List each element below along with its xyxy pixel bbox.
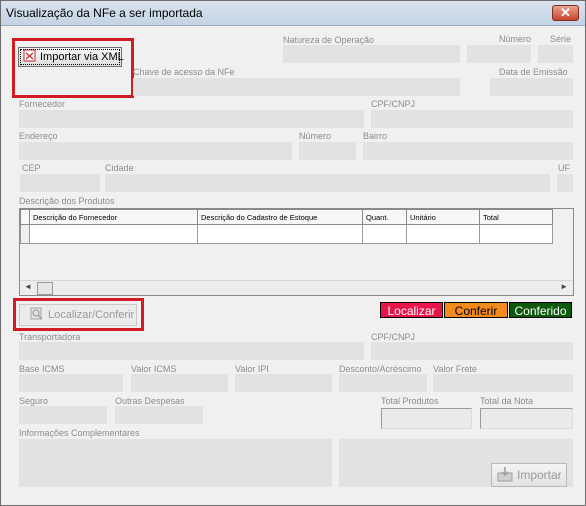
title-bar[interactable]: Visualização da NFe a ser importada ✕	[1, 1, 585, 26]
fornecedor-label: Fornecedor	[19, 99, 66, 109]
base-icms-field[interactable]	[19, 374, 123, 392]
status-tag-localizar: Localizar	[380, 302, 443, 318]
descricao-produtos-label: Descrição dos Produtos	[19, 196, 115, 206]
serie-field[interactable]	[538, 45, 573, 63]
importar-button[interactable]: Importar	[491, 463, 567, 487]
info-complementares-label: Informações Complementares	[19, 428, 140, 438]
produtos-table: Descrição do Fornecedor Descrição do Cad…	[20, 209, 553, 244]
transportadora-field[interactable]	[19, 342, 364, 360]
seguro-field[interactable]	[19, 406, 107, 424]
localizar-conferir-label: Localizar/Conferir	[48, 309, 135, 321]
total-nota-label: Total da Nota	[480, 396, 534, 406]
scroll-left-icon[interactable]: ◄	[24, 282, 32, 291]
data-emissao-field[interactable]	[490, 78, 573, 96]
uf-field[interactable]	[557, 174, 573, 192]
total-produtos-field[interactable]	[381, 408, 472, 429]
col-quant[interactable]: Quant.	[362, 209, 407, 225]
import-icon	[497, 466, 513, 485]
row-indicator[interactable]	[20, 224, 30, 244]
scroll-thumb[interactable]	[37, 282, 53, 295]
cell-descricao-fornecedor[interactable]	[29, 224, 198, 244]
chave-field[interactable]	[133, 78, 460, 96]
uf-label: UF	[558, 163, 570, 173]
cell-descricao-cadastro[interactable]	[197, 224, 363, 244]
scroll-right-icon[interactable]: ►	[560, 282, 568, 291]
serie-label: Série	[550, 34, 572, 44]
desconto-field[interactable]	[339, 374, 427, 392]
cep-field[interactable]	[20, 174, 100, 192]
col-unitario[interactable]: Unitário	[406, 209, 480, 225]
numero-endereco-label: Número	[299, 131, 332, 141]
nfe-import-window: Visualização da NFe a ser importada ✕ Im…	[0, 0, 586, 506]
table-header-row: Descrição do Fornecedor Descrição do Cad…	[20, 209, 553, 225]
cidade-field[interactable]	[105, 174, 550, 192]
data-emissao-label: Data de Emissão	[499, 67, 568, 77]
status-tag-conferir: Conferir	[444, 302, 508, 318]
fornecedor-field[interactable]	[19, 110, 364, 128]
col-descricao-cadastro[interactable]: Descrição do Cadastro de Estoque	[197, 209, 363, 225]
bairro-label: Bairro	[363, 131, 388, 141]
row-header-corner	[20, 209, 30, 225]
cell-unitario[interactable]	[406, 224, 480, 244]
window-title: Visualização da NFe a ser importada	[6, 6, 203, 20]
produtos-grid[interactable]: Descrição do Fornecedor Descrição do Cad…	[19, 208, 574, 296]
endereco-label: Endereço	[19, 131, 58, 141]
natureza-field[interactable]	[283, 45, 460, 63]
valor-ipi-field[interactable]	[235, 374, 332, 392]
cpf-cnpj-label: CPF/CNPJ	[371, 99, 416, 109]
chave-label: Chave de acesso da NFe	[133, 67, 235, 77]
total-nota-field[interactable]	[480, 408, 573, 429]
numero-label: Número	[499, 34, 532, 44]
col-descricao-fornecedor[interactable]: Descrição do Fornecedor	[29, 209, 198, 225]
total-produtos-label: Total Produtos	[381, 396, 439, 406]
importar-xml-button[interactable]: Importar via XML	[18, 47, 124, 67]
cpf-cnpj-transp-field[interactable]	[371, 342, 573, 360]
bairro-field[interactable]	[363, 142, 573, 160]
col-total[interactable]: Total	[479, 209, 553, 225]
importar-label: Importar	[517, 468, 562, 482]
endereco-field[interactable]	[19, 142, 292, 160]
cell-quant[interactable]	[362, 224, 407, 244]
status-tag-conferido: Conferido	[509, 302, 572, 318]
table-row[interactable]	[20, 224, 553, 244]
valor-frete-field[interactable]	[433, 374, 573, 392]
cep-label: CEP	[22, 163, 41, 173]
cell-total[interactable]	[479, 224, 553, 244]
xml-file-icon	[23, 49, 36, 65]
valor-icms-field[interactable]	[131, 374, 228, 392]
outras-despesas-field[interactable]	[115, 406, 203, 424]
localizar-conferir-button[interactable]: Localizar/Conferir	[19, 304, 137, 326]
horizontal-scrollbar[interactable]: ◄ ►	[20, 280, 573, 295]
numero-field[interactable]	[467, 45, 531, 63]
importar-xml-label: Importar via XML	[40, 51, 124, 63]
info-complementares-field[interactable]	[19, 439, 332, 487]
close-button[interactable]: ✕	[552, 5, 579, 21]
cidade-label: Cidade	[105, 163, 134, 173]
cpf-cnpj-field[interactable]	[371, 110, 573, 128]
search-document-icon	[30, 307, 44, 324]
numero-endereco-field[interactable]	[299, 142, 356, 160]
